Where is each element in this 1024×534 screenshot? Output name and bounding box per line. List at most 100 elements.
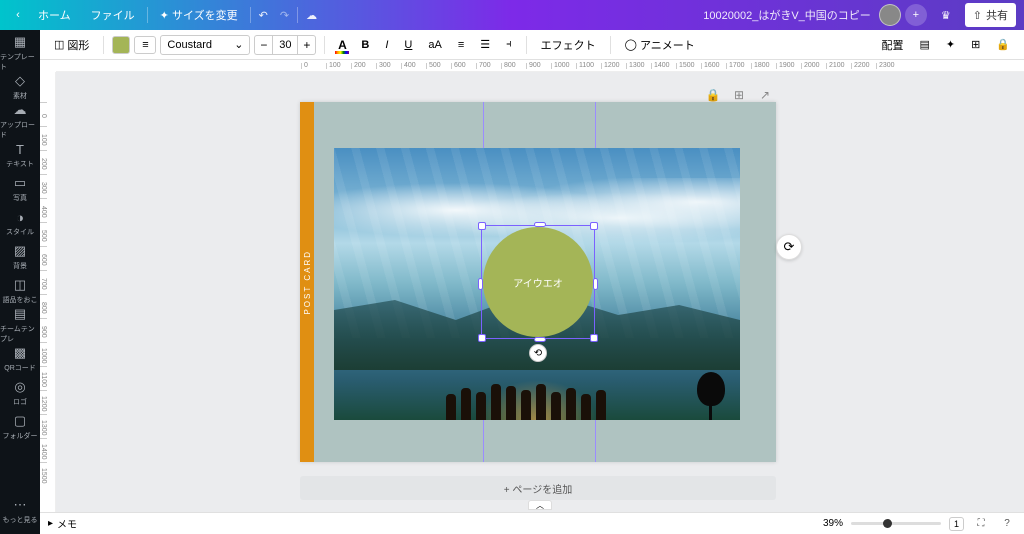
sidebar-label: 写真 bbox=[13, 193, 27, 203]
share-label: 共有 bbox=[986, 7, 1008, 23]
sidebar-label: テキスト bbox=[6, 159, 34, 169]
sidebar-item-templates[interactable]: ▦ テンプレート bbox=[0, 36, 40, 70]
resize-handle-br[interactable] bbox=[590, 334, 598, 342]
notes-button[interactable]: ▸ メモ bbox=[48, 516, 77, 531]
home-menu[interactable]: ホーム bbox=[28, 7, 81, 23]
copy-style-button[interactable]: ⊞ bbox=[965, 35, 986, 54]
cloud-sync-icon[interactable]: ☁ bbox=[300, 9, 323, 22]
link-button[interactable]: ✦ bbox=[940, 35, 961, 54]
sidebar-label: もっと見る bbox=[3, 515, 38, 525]
qrcode-icon: ▩ bbox=[12, 345, 28, 361]
fill-color-swatch[interactable] bbox=[112, 36, 130, 54]
separator bbox=[610, 36, 611, 54]
border-style-button[interactable]: ≡ bbox=[134, 36, 156, 54]
chevron-down-icon: ⌄ bbox=[234, 38, 243, 51]
templates-icon: ▦ bbox=[12, 34, 28, 50]
sidebar-item-elements[interactable]: ◇ 素材 bbox=[0, 70, 40, 104]
file-menu[interactable]: ファイル bbox=[81, 7, 145, 23]
undo-button[interactable]: ↶ bbox=[253, 9, 274, 22]
share-button[interactable]: ⇧ 共有 bbox=[965, 3, 1016, 27]
sidebar-label: テンプレート bbox=[0, 52, 40, 72]
sidebar-item-photos[interactable]: ▭写真 bbox=[0, 172, 40, 206]
resize-handle-tm[interactable] bbox=[534, 222, 546, 227]
styles-icon: ◑ bbox=[12, 209, 28, 225]
sidebar-item-products[interactable]: ◫ 語品をおこ bbox=[0, 274, 40, 308]
resize-handle-ml[interactable] bbox=[478, 278, 483, 290]
resize-handle-bm[interactable] bbox=[534, 337, 546, 342]
document-title[interactable]: 10020002_はがきV_中国のコピー bbox=[703, 7, 871, 23]
sidebar-label: QRコード bbox=[4, 363, 36, 373]
sidebar-label: スタイル bbox=[6, 227, 34, 237]
underline-button[interactable]: U bbox=[398, 36, 418, 54]
floating-rotate-button[interactable]: ⟳ bbox=[776, 234, 802, 260]
shape-label: 図形 bbox=[67, 37, 89, 53]
team-icon: ▤ bbox=[12, 306, 28, 322]
divider bbox=[147, 7, 148, 23]
crown-icon[interactable]: ♛ bbox=[933, 4, 959, 26]
zoom-slider[interactable] bbox=[851, 522, 941, 525]
uploads-icon: ☁ bbox=[12, 102, 28, 118]
effects-button[interactable]: エフェクト bbox=[535, 34, 602, 56]
page-collapse-button[interactable]: ︿ bbox=[528, 500, 552, 510]
horizontal-ruler: 0100200300400500600700800900100011001200… bbox=[56, 60, 1024, 72]
help-button[interactable]: ? bbox=[998, 515, 1016, 533]
add-page-button[interactable]: + ページを追加 bbox=[300, 476, 776, 500]
separator bbox=[526, 36, 527, 54]
position-button[interactable]: 配置 bbox=[875, 34, 909, 56]
notes-label: メモ bbox=[57, 516, 77, 531]
font-size-increase[interactable]: + bbox=[298, 35, 316, 55]
sidebar-label: フォルダー bbox=[3, 431, 38, 441]
sidebar-item-team-templates[interactable]: ▤チームテンプレ bbox=[0, 308, 40, 342]
bottom-bar: ▸ メモ 39% 1 ⛶ ? bbox=[40, 512, 1024, 534]
sidebar-item-background[interactable]: ▨背景 bbox=[0, 240, 40, 274]
strip-text: POST CARD bbox=[303, 250, 312, 315]
elements-icon: ◇ bbox=[12, 73, 28, 89]
lock-button[interactable]: 🔒 bbox=[990, 35, 1016, 54]
canvas-area[interactable]: 🔒 ⊞ ↗ POST CARD bbox=[56, 72, 1024, 512]
resize-menu[interactable]: ✦ サイズを変更 bbox=[150, 7, 248, 23]
rotate-handle[interactable]: ⟲ bbox=[529, 344, 547, 362]
font-family-select[interactable]: Coustard⌄ bbox=[160, 35, 250, 55]
people-silhouettes bbox=[436, 370, 639, 420]
logo-icon: ◎ bbox=[12, 379, 28, 395]
sidebar-item-uploads[interactable]: ☁アップロード bbox=[0, 104, 40, 138]
italic-button[interactable]: I bbox=[379, 36, 394, 54]
bold-button[interactable]: B bbox=[355, 36, 375, 54]
align-button[interactable]: ≡ bbox=[452, 36, 470, 54]
sidebar-item-text[interactable]: Tテキスト bbox=[0, 138, 40, 172]
font-size-input[interactable]: 30 bbox=[272, 35, 298, 55]
context-toolbar: ◫ 図形 ≡ Coustard⌄ − 30 + A B I U aA ≡ ☰ ⫞… bbox=[40, 30, 1024, 60]
font-size-decrease[interactable]: − bbox=[254, 35, 272, 55]
page-indicator[interactable]: 1 bbox=[949, 517, 964, 531]
sidebar-label: 語品をおこ bbox=[3, 295, 38, 305]
fullscreen-button[interactable]: ⛶ bbox=[972, 515, 990, 533]
resize-handle-mr[interactable] bbox=[593, 278, 598, 290]
redo-button[interactable]: ↷ bbox=[274, 9, 295, 22]
zoom-level[interactable]: 39% bbox=[823, 518, 843, 529]
shape-button[interactable]: ◫ 図形 bbox=[48, 34, 95, 56]
spacing-button[interactable]: ⫞ bbox=[500, 35, 518, 54]
animate-button[interactable]: ◯ アニメート bbox=[619, 34, 701, 56]
divider bbox=[250, 7, 251, 23]
user-avatar[interactable] bbox=[879, 4, 901, 26]
add-member-button[interactable]: + bbox=[905, 4, 927, 26]
text-color-button[interactable]: A bbox=[333, 36, 351, 54]
top-bar: ‹ ホーム ファイル ✦ サイズを変更 ↶ ↷ ☁ 10020002_はがきV_… bbox=[0, 0, 1024, 30]
list-button[interactable]: ☰ bbox=[474, 35, 496, 54]
sidebar-item-logo[interactable]: ◎ ロゴ bbox=[0, 376, 40, 410]
back-button[interactable]: ‹ bbox=[8, 9, 28, 21]
transparency-button[interactable]: ▤ bbox=[913, 35, 935, 54]
design-page[interactable]: POST CARD アイウエオ bbox=[300, 102, 776, 462]
products-icon: ◫ bbox=[12, 277, 28, 293]
sidebar-item-styles[interactable]: ◑ スタイル bbox=[0, 206, 40, 240]
orange-strip[interactable]: POST CARD bbox=[300, 102, 314, 462]
sidebar-label: 素材 bbox=[13, 91, 27, 101]
resize-handle-bl[interactable] bbox=[478, 334, 486, 342]
resize-handle-tr[interactable] bbox=[590, 222, 598, 230]
sidebar-label: ロゴ bbox=[13, 397, 27, 407]
sidebar-item-qrcode[interactable]: ▩ QRコード bbox=[0, 342, 40, 376]
resize-handle-tl[interactable] bbox=[478, 222, 486, 230]
case-button[interactable]: aA bbox=[422, 36, 447, 54]
sidebar-item-more[interactable]: ⋯もっと見る bbox=[0, 494, 40, 528]
sidebar-item-folders[interactable]: ▢フォルダー bbox=[0, 410, 40, 444]
